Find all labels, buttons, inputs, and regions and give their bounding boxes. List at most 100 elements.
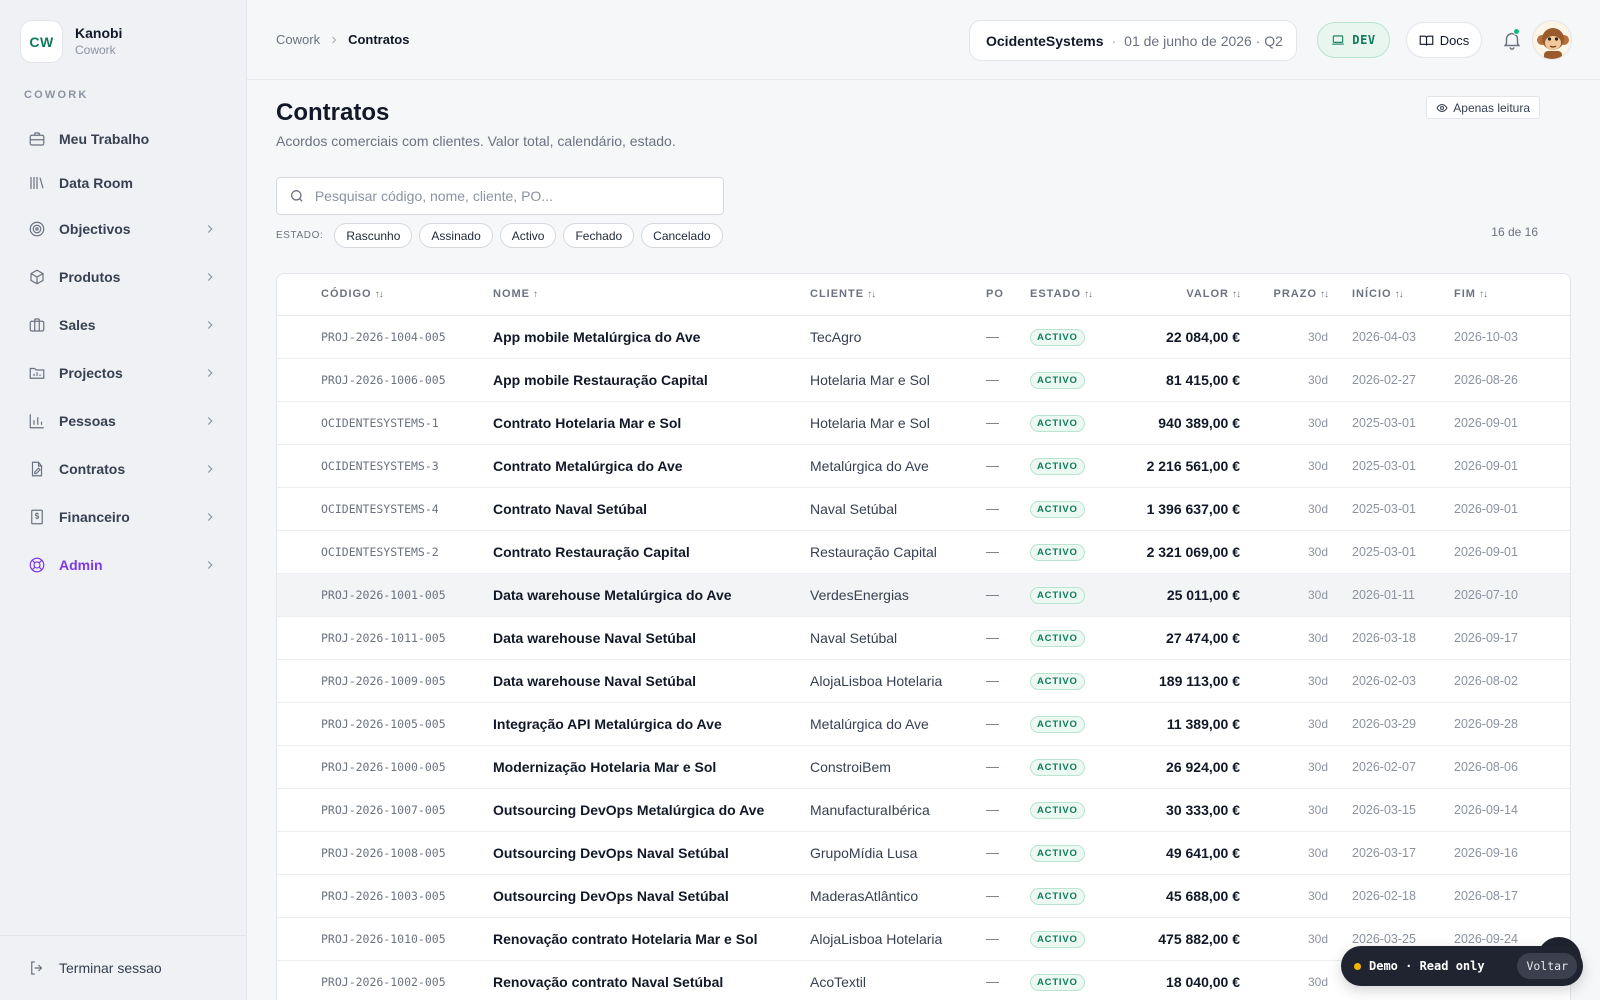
column-header-value[interactable]: VALOR ↑↓ [1124,274,1241,316]
back-button[interactable]: Voltar [1517,953,1577,979]
table-row[interactable]: PROJ-2026-1011-005 Data warehouse Naval S… [277,616,1570,659]
org-context[interactable]: OcidenteSystems · 01 de junho de 2026 · … [969,20,1297,61]
breadcrumb-link[interactable]: Cowork [276,32,320,47]
cell-name[interactable]: Integração API Metalúrgica do Ave [493,702,810,745]
filter-chip-activo[interactable]: Activo [499,223,557,248]
logout-button[interactable]: Terminar sessao [0,935,247,1000]
cell-name[interactable]: Contrato Naval Setúbal [493,487,810,530]
cell-status: ACTIVO [1030,788,1124,831]
cell-code: PROJ-2026-1003-005 [321,888,446,903]
sidebar-item-contratos[interactable]: Contratos [16,445,231,493]
column-header-code[interactable]: CÓDIGO ↑↓ [321,274,493,316]
cell-name[interactable]: Outsourcing DevOps Metalúrgica do Ave [493,788,810,831]
sidebar-item-produtos[interactable]: Produtos [16,253,231,301]
brand[interactable]: CW Kanobi Cowork [20,20,122,63]
sort-icon: ↑↓ [1394,289,1404,301]
cell-name[interactable]: Renovação contrato Naval Setúbal [493,960,810,1000]
cell-client: Metalúrgica do Ave [810,457,929,474]
cell-name[interactable]: Contrato Hotelaria Mar e Sol [493,401,810,444]
table-row[interactable]: OCIDENTESYSTEMS-4 Contrato Naval Setúbal N… [277,487,1570,530]
cell-term: 30d [1307,931,1328,946]
cell-status: ACTIVO [1030,702,1124,745]
cell-name[interactable]: Data warehouse Naval Setúbal [493,616,810,659]
table-row[interactable]: OCIDENTESYSTEMS-1 Contrato Hotelaria Mar … [277,401,1570,444]
cell-name[interactable]: Renovação contrato Hotelaria Mar e Sol [493,917,810,960]
org-date: 01 de junho de 2026 · Q2 [1124,32,1283,49]
table-row[interactable]: PROJ-2026-1007-005 Outsourcing DevOps Met… [277,788,1570,831]
status-badge: ACTIVO [1030,802,1085,819]
table-row[interactable]: PROJ-2026-1006-005 App mobile Restauração… [277,358,1570,401]
cell-po: — [986,673,999,688]
table-row[interactable]: PROJ-2026-1004-005 App mobile Metalúrgica… [277,315,1570,358]
cell-name[interactable]: Outsourcing DevOps Naval Setúbal [493,874,810,917]
chevron-right-icon [207,369,213,377]
cell-name[interactable]: Outsourcing DevOps Naval Setúbal [493,831,810,874]
sidebar-item-admin[interactable]: Admin [16,541,231,589]
cell-code: OCIDENTESYSTEMS-4 [321,501,439,516]
cell-end: 2026-09-28 [1454,716,1518,731]
cell-name[interactable]: Contrato Restauração Capital [493,530,810,573]
cell-name[interactable]: Data warehouse Naval Setúbal [493,659,810,702]
search-input[interactable] [314,188,711,204]
filter-chip-fechado[interactable]: Fechado [563,223,635,248]
folder-icon [28,364,46,382]
lifebuoy-icon [28,556,46,574]
cell-code: PROJ-2026-1009-005 [321,673,446,688]
avatar[interactable] [1532,20,1572,60]
row-spacer [277,745,321,788]
filter-label: ESTADO: [276,230,324,241]
table-row[interactable]: PROJ-2026-1005-005 Integração API Metalúr… [277,702,1570,745]
table-row[interactable]: PROJ-2026-1000-005 Modernização Hotelaria… [277,745,1570,788]
column-header-name[interactable]: NOME ↑ [493,274,810,316]
sidebar-item-pessoas[interactable]: Pessoas [16,397,231,445]
cell-code: PROJ-2026-1010-005 [321,931,446,946]
column-header-status[interactable]: ESTADO ↑↓ [1030,274,1124,316]
table-row[interactable]: OCIDENTESYSTEMS-3 Contrato Metalúrgica do… [277,444,1570,487]
table-row[interactable]: PROJ-2026-1008-005 Outsourcing DevOps Nav… [277,831,1570,874]
column-header-end[interactable]: FIM ↑↓ [1454,274,1570,316]
table-row[interactable]: PROJ-2026-1003-005 Outsourcing DevOps Nav… [277,874,1570,917]
cell-end: 2026-09-17 [1454,630,1518,645]
env-badge[interactable]: DEV [1317,22,1390,58]
cell-po: — [986,759,999,774]
chevron-right-icon [207,225,213,233]
sidebar-item-data-room[interactable]: Data Room [16,161,231,205]
cell-end: 2026-09-16 [1454,845,1518,860]
filter-chip-rascunho[interactable]: Rascunho [334,223,413,248]
sidebar-item-objectivos[interactable]: Objectivos [16,205,231,253]
table-row[interactable]: PROJ-2026-1009-005 Data warehouse Naval S… [277,659,1570,702]
column-header-client[interactable]: CLIENTE ↑↓ [810,274,986,316]
cell-name[interactable]: App mobile Restauração Capital [493,358,810,401]
readonly-badge: Apenas leitura [1426,96,1540,119]
cell-start: 2025-03-01 [1352,501,1416,516]
filter-chip-cancelado[interactable]: Cancelado [641,223,723,248]
sidebar-item-meu-trabalho[interactable]: Meu Trabalho [16,117,231,161]
cell-name[interactable]: App mobile Metalúrgica do Ave [493,315,810,358]
cell-term: 30d [1307,415,1328,430]
table-row[interactable]: OCIDENTESYSTEMS-2 Contrato Restauração Ca… [277,530,1570,573]
cell-name[interactable]: Data warehouse Metalúrgica do Ave [493,573,810,616]
cell-client: ManufacturaIbérica [810,801,930,818]
cell-name[interactable]: Contrato Metalúrgica do Ave [493,444,810,487]
search-box[interactable] [276,177,724,215]
cell-code: PROJ-2026-1008-005 [321,845,446,860]
eye-icon [1436,103,1448,112]
cell-name[interactable]: Modernização Hotelaria Mar e Sol [493,745,810,788]
sidebar-item-financeiro[interactable]: Financeiro [16,493,231,541]
sidebar-item-projectos[interactable]: Projectos [16,349,231,397]
table-row[interactable]: PROJ-2026-1001-005 Data warehouse Metalúr… [277,573,1570,616]
cell-start: 2026-01-11 [1352,587,1416,602]
docs-button[interactable]: Docs [1406,22,1482,58]
cell-value: 22 084,00 € [1166,328,1240,345]
column-header-start[interactable]: INÍCIO ↑↓ [1352,274,1454,316]
cell-client: Metalúrgica do Ave [810,715,929,732]
cell-start: 2026-02-18 [1352,888,1416,903]
filter-chip-assinado[interactable]: Assinado [419,223,493,248]
main-content: Contratos Acordos comerciais com cliente… [247,80,1600,1000]
dollar-icon [28,508,46,526]
status-badge: ACTIVO [1030,888,1085,905]
contracts-table: CÓDIGO ↑↓ NOME ↑ CLIENTE ↑↓ PO ESTADO ↑↓ VAL… [276,273,1571,1000]
library-icon [28,174,46,192]
column-header-term[interactable]: PRAZO ↑↓ [1240,274,1329,316]
sidebar-item-sales[interactable]: Sales [16,301,231,349]
